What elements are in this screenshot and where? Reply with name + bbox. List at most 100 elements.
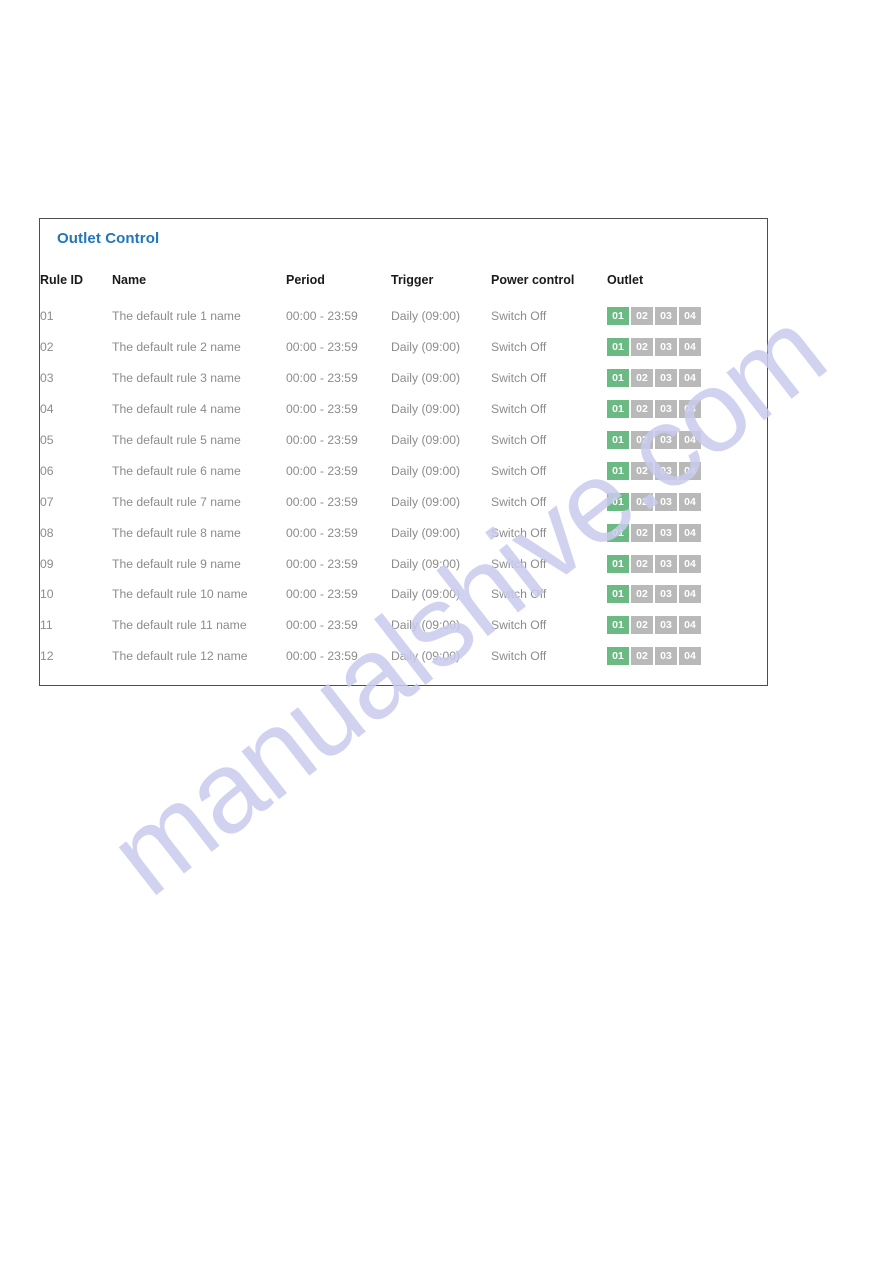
cell-period: 00:00 - 23:59 (286, 371, 358, 386)
outlet-badge-04[interactable]: 04 (679, 461, 701, 480)
cell-rule-name: The default rule 7 name (112, 494, 241, 509)
outlet-badge-03[interactable]: 03 (655, 554, 677, 573)
outlet-badge-03[interactable]: 03 (655, 492, 677, 511)
outlet-badge-04[interactable]: 04 (679, 492, 701, 511)
outlet-badge-03[interactable]: 03 (655, 400, 677, 419)
cell-period: 00:00 - 23:59 (286, 433, 358, 447)
cell-period: 00:00 - 23:59 (286, 618, 358, 633)
outlet-badge-03[interactable]: 03 (655, 585, 677, 604)
outlet-badge-group: 01 02 03 04 (607, 616, 767, 635)
outlet-badge-01[interactable]: 01 (607, 492, 629, 511)
cell-outlet: 01 02 03 04 (607, 425, 767, 456)
table-row[interactable]: 05 The default rule 5 name 00:00 - 23:59 Da… (40, 425, 767, 456)
cell-trigger: Daily (09:00) (391, 463, 461, 478)
cell-trigger: Daily (09:00) (391, 494, 461, 509)
cell-period: 00:00 - 23:59 (286, 463, 358, 478)
outlet-badge-01[interactable]: 01 (607, 647, 629, 666)
outlet-badge-04[interactable]: 04 (679, 369, 701, 388)
outlet-badge-04[interactable]: 04 (679, 585, 701, 604)
outlet-badge-group: 01 02 03 04 (607, 492, 767, 511)
cell-outlet: 01 02 03 04 (607, 641, 767, 672)
table-row[interactable]: 02 The default rule 2 name 00:00 - 23:59 Da… (40, 332, 767, 363)
table-row[interactable]: 04 The default rule 4 name 00:00 - 23:59 Da… (40, 394, 767, 425)
cell-power-control: Switch Off (491, 525, 547, 540)
outlet-badge-03[interactable]: 03 (655, 523, 677, 542)
outlet-badge-04[interactable]: 04 (679, 523, 701, 542)
cell-rule-id: 10 (40, 587, 54, 602)
cell-trigger: Daily (09:00) (391, 433, 461, 447)
cell-rule-name: The default rule 2 name (112, 340, 241, 355)
outlet-badge-02[interactable]: 02 (631, 554, 653, 573)
cell-outlet: 01 02 03 04 (607, 579, 767, 610)
outlet-badge-03[interactable]: 03 (655, 461, 677, 480)
cell-rule-name: The default rule 5 name (112, 433, 241, 447)
outlet-badge-group: 01 02 03 04 (607, 554, 767, 573)
outlet-badge-04[interactable]: 04 (679, 647, 701, 666)
cell-outlet: 01 02 03 04 (607, 610, 767, 641)
outlet-badge-02[interactable]: 02 (631, 307, 653, 326)
cell-trigger: Daily (09:00) (391, 618, 461, 633)
outlet-badge-03[interactable]: 03 (655, 431, 677, 449)
outlet-badge-01[interactable]: 01 (607, 585, 629, 604)
column-header-power-control: Power control (491, 273, 575, 287)
outlet-badge-04[interactable]: 04 (679, 400, 701, 419)
outlet-badge-03[interactable]: 03 (655, 338, 677, 357)
outlet-badge-01[interactable]: 01 (607, 400, 629, 419)
outlet-badge-04[interactable]: 04 (679, 554, 701, 573)
outlet-badge-02[interactable]: 02 (631, 431, 653, 449)
cell-rule-name: The default rule 11 name (112, 618, 247, 633)
cell-power-control: Switch Off (491, 433, 547, 447)
cell-period: 00:00 - 23:59 (286, 556, 358, 571)
outlet-badge-01[interactable]: 01 (607, 369, 629, 388)
cell-outlet: 01 02 03 04 (607, 332, 767, 363)
outlet-badge-02[interactable]: 02 (631, 338, 653, 357)
cell-trigger: Daily (09:00) (391, 649, 461, 664)
outlet-badge-03[interactable]: 03 (655, 369, 677, 388)
outlet-badge-02[interactable]: 02 (631, 400, 653, 419)
outlet-badge-02[interactable]: 02 (631, 369, 653, 388)
table-body: 01 The default rule 1 name 00:00 - 23:59 Da… (40, 301, 767, 672)
outlet-badge-02[interactable]: 02 (631, 461, 653, 480)
outlet-badge-02[interactable]: 02 (631, 616, 653, 635)
outlet-badge-03[interactable]: 03 (655, 307, 677, 326)
outlet-badge-02[interactable]: 02 (631, 647, 653, 666)
outlet-badge-01[interactable]: 01 (607, 338, 629, 357)
cell-rule-id: 06 (40, 463, 54, 478)
outlet-badge-04[interactable]: 04 (679, 431, 701, 449)
outlet-badge-01[interactable]: 01 (607, 523, 629, 542)
table-row[interactable]: 07 The default rule 7 name 00:00 - 23:59 Da… (40, 486, 767, 517)
outlet-badge-04[interactable]: 04 (679, 338, 701, 357)
table-row[interactable]: 12 The default rule 12 name 00:00 - 23:59 D… (40, 641, 767, 672)
outlet-badge-01[interactable]: 01 (607, 461, 629, 480)
outlet-badge-03[interactable]: 03 (655, 647, 677, 666)
cell-trigger: Daily (09:00) (391, 309, 461, 324)
cell-trigger: Daily (09:00) (391, 556, 461, 571)
outlet-badge-02[interactable]: 02 (631, 523, 653, 542)
cell-rule-id: 11 (40, 618, 53, 633)
table-row[interactable]: 03 The default rule 3 name 00:00 - 23:59 Da… (40, 363, 767, 394)
cell-trigger: Daily (09:00) (391, 340, 461, 355)
cell-rule-id: 01 (40, 309, 54, 324)
outlet-badge-04[interactable]: 04 (679, 307, 701, 326)
table-row[interactable]: 01 The default rule 1 name 00:00 - 23:59 Da… (40, 301, 767, 332)
outlet-badge-02[interactable]: 02 (631, 492, 653, 511)
outlet-badge-group: 01 02 03 04 (607, 431, 767, 449)
cell-rule-name: The default rule 12 name (112, 649, 248, 664)
table-row[interactable]: 08 The default rule 8 name 00:00 - 23:59 Da… (40, 517, 767, 548)
cell-rule-name: The default rule 3 name (112, 371, 241, 386)
outlet-badge-02[interactable]: 02 (631, 585, 653, 604)
cell-outlet: 01 02 03 04 (607, 455, 767, 486)
outlet-badge-01[interactable]: 01 (607, 616, 629, 635)
outlet-badge-01[interactable]: 01 (607, 554, 629, 573)
table-row[interactable]: 09 The default rule 9 name 00:00 - 23:59 Da… (40, 548, 767, 579)
table-row[interactable]: 06 The default rule 6 name 00:00 - 23:59 Da… (40, 455, 767, 486)
outlet-badge-04[interactable]: 04 (679, 616, 701, 635)
outlet-badge-03[interactable]: 03 (655, 616, 677, 635)
outlet-badge-01[interactable]: 01 (607, 307, 629, 326)
cell-period: 00:00 - 23:59 (286, 587, 358, 602)
outlet-badge-group: 01 02 03 04 (607, 307, 767, 326)
cell-power-control: Switch Off (491, 618, 547, 633)
outlet-badge-01[interactable]: 01 (607, 431, 629, 449)
table-row[interactable]: 11 The default rule 11 name 00:00 - 23:59 D… (40, 610, 767, 641)
table-row[interactable]: 10 The default rule 10 name 00:00 - 23:59 D… (40, 579, 767, 610)
